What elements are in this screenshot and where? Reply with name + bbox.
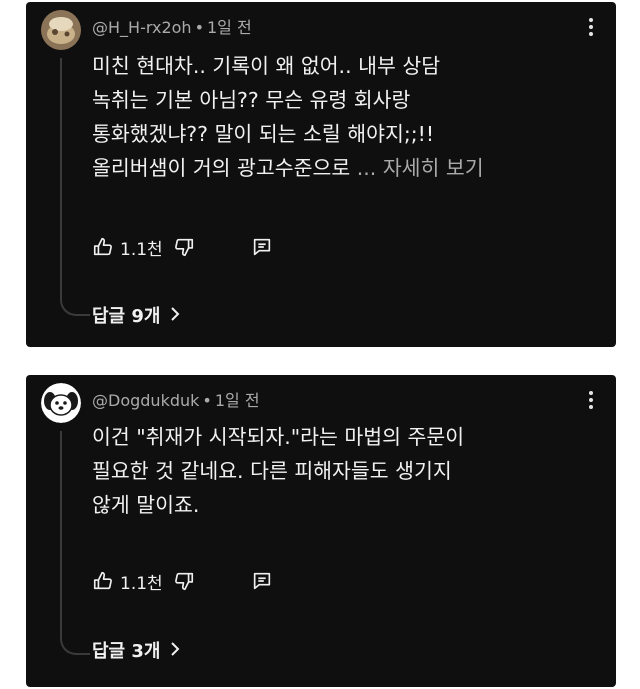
separator-dot: • <box>202 391 212 410</box>
comment-header: @Dogdukduk • 1일 전 <box>92 387 260 411</box>
chevron-right-icon <box>170 640 180 661</box>
timestamp: 1일 전 <box>207 18 252 37</box>
kebab-menu-icon[interactable] <box>588 391 594 411</box>
comment-line: 올리버샘이 거의 광고수준으로 ... 자세히 보기 <box>92 156 484 180</box>
comment-line: 않게 말이죠. <box>92 493 200 517</box>
reply-icon[interactable] <box>251 570 273 592</box>
reply-thread-line <box>60 431 90 655</box>
avatar[interactable] <box>41 10 81 50</box>
author-name[interactable]: @H_H-rx2oh <box>92 18 192 37</box>
avatar[interactable] <box>41 383 81 423</box>
comment-line: 미친 현대차.. 기록이 왜 없어.. 내부 상담 <box>92 54 441 78</box>
kebab-menu-icon[interactable] <box>588 18 594 38</box>
comment-line: 이건 "취재가 시작되자."라는 마법의 주문이 <box>92 425 465 449</box>
comment-card: @H_H-rx2oh • 1일 전 미친 현대차.. 기록이 왜 없어.. 내부 상… <box>26 2 616 347</box>
like-count: 1.1천 <box>120 239 163 260</box>
comment-text: 미친 현대차.. 기록이 왜 없어.. 내부 상담 녹취는 기본 아님?? 무슨… <box>92 49 484 185</box>
comment-card: @Dogdukduk • 1일 전 이건 "취재가 시작되자."라는 마법의 주문이… <box>26 375 616 687</box>
timestamp: 1일 전 <box>214 391 260 410</box>
thumbs-down-icon[interactable] <box>173 236 195 258</box>
reply-thread-line <box>60 58 90 316</box>
user-photo-avatar-icon <box>41 10 81 50</box>
separator-dot: • <box>194 18 204 37</box>
comment-actions: 1.1천 <box>92 568 273 594</box>
comment-line: 녹취는 기본 아님?? 무슨 유령 회사랑 <box>92 88 411 112</box>
like-count: 1.1천 <box>120 573 163 594</box>
reply-icon[interactable] <box>251 236 273 258</box>
comment-line: 필요한 것 같네요. 다른 피해자들도 생기지 <box>92 459 452 483</box>
replies-label: 답글 3개 <box>92 641 161 662</box>
thumbs-down-icon[interactable] <box>173 570 195 592</box>
comment-text: 이건 "취재가 시작되자."라는 마법의 주문이 필요한 것 같네요. 다른 피… <box>92 420 464 522</box>
author-name[interactable]: @Dogdukduk <box>92 391 199 410</box>
view-replies-button[interactable]: 답글 3개 <box>92 637 180 663</box>
comment-header: @H_H-rx2oh • 1일 전 <box>92 14 252 38</box>
thumbs-up-icon[interactable] <box>92 236 114 258</box>
chevron-right-icon <box>170 305 180 326</box>
view-replies-button[interactable]: 답글 9개 <box>92 302 180 328</box>
thumbs-up-icon[interactable] <box>92 570 114 592</box>
comment-actions: 1.1천 <box>92 234 273 260</box>
dog-avatar-icon <box>41 383 81 423</box>
read-more-link[interactable]: ... 자세히 보기 <box>357 156 484 180</box>
replies-label: 답글 9개 <box>92 306 161 327</box>
comment-line: 통화했겠냐?? 말이 되는 소릴 해야지;;!! <box>92 122 435 146</box>
